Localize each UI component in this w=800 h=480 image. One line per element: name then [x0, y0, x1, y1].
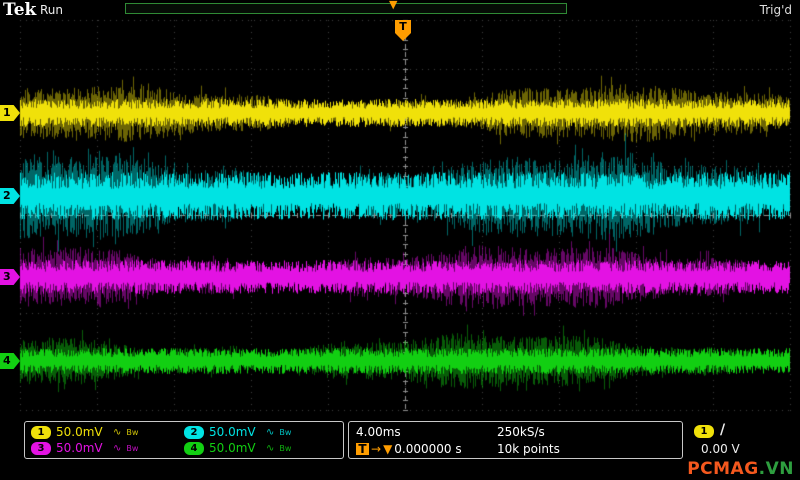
trigger-t-marker-point — [395, 33, 411, 41]
bw-limit-icon: Bw — [126, 443, 139, 453]
trigger-time-readout: T → ▼ 0.000000 s — [356, 442, 462, 456]
channel-1-readout: 1 50.0mV ∿ Bw — [31, 425, 184, 439]
channel-2-readout: 2 50.0mV ∿ Bw — [184, 425, 337, 439]
channel-2-scale: 50.0mV — [209, 425, 256, 439]
watermark-pcmag: PCMAG — [687, 459, 759, 479]
waveform-display — [0, 0, 800, 480]
trigger-position-indicator-icon: ▼ — [389, 0, 398, 11]
channel-4-readout: 4 50.0mV ∿ Bw — [184, 441, 337, 455]
oscilloscope-screen: { "header": {"brand": "Tek", "acq_status… — [0, 0, 800, 480]
acquisition-preview-bar — [125, 3, 567, 14]
watermark: PCMAG.VN — [687, 459, 794, 479]
trigger-source-badge: 1 — [694, 425, 714, 438]
timebase-scale: 4.00ms — [356, 425, 401, 439]
trigger-arrow-icon: → — [371, 442, 382, 456]
coupling-icon: ∿ — [113, 426, 122, 438]
bw-limit-icon: Bw — [126, 427, 139, 437]
channel-4-scale: 50.0mV — [209, 441, 256, 455]
bw-limit-icon: Bw — [279, 427, 292, 437]
record-length: 10k points — [497, 442, 560, 456]
channel-1-scale: 50.0mV — [56, 425, 103, 439]
watermark-vn: .VN — [758, 459, 794, 479]
sample-rate: 250kS/s — [497, 425, 545, 439]
trigger-slope-rising-icon: / — [720, 422, 726, 438]
coupling-icon: ∿ — [266, 426, 275, 438]
trigger-level-value: 0.00 V — [701, 442, 740, 456]
coupling-icon: ∿ — [113, 442, 122, 454]
channel-3-readout: 3 50.0mV ∿ Bw — [31, 441, 184, 455]
acquisition-status: Run — [40, 3, 64, 17]
trigger-t-icon: T — [356, 443, 369, 455]
trigger-status: Trig'd — [759, 3, 792, 17]
tek-logo: Tek — [3, 0, 37, 20]
channel-3-scale: 50.0mV — [56, 441, 103, 455]
channel-3-badge: 3 — [31, 441, 51, 455]
channel-4-badge: 4 — [184, 441, 204, 455]
trigger-t-marker: T — [395, 20, 411, 33]
bw-limit-icon: Bw — [279, 443, 292, 453]
channel-2-badge: 2 — [184, 425, 204, 439]
timebase-readout-box: 4.00ms 250kS/s T → ▼ 0.000000 s 10k poin… — [348, 421, 683, 459]
channel-readout-box: 1 50.0mV ∿ Bw 2 50.0mV ∿ Bw 3 50.0mV ∿ B… — [24, 421, 344, 459]
trigger-time-value: 0.000000 s — [394, 442, 462, 456]
channel-1-badge: 1 — [31, 425, 51, 439]
trigger-position-icon: ▼ — [383, 442, 393, 456]
coupling-icon: ∿ — [266, 442, 275, 454]
